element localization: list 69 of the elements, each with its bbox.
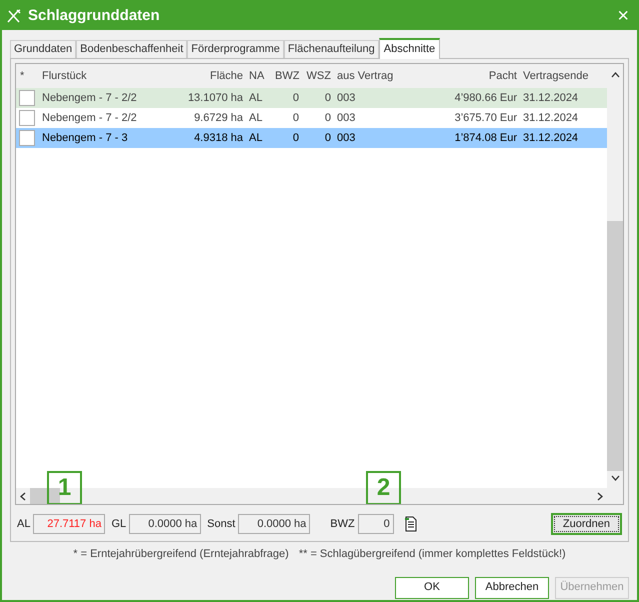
table-cell-text: 9.6729 ha: [193, 110, 243, 126]
table-row[interactable]: Nebengem - 7 - 2/2 13.1070 ha AL 0 0 003 4’980.66 Eur 31.12.2024: [16, 88, 607, 108]
scroll-left-icon[interactable]: [20, 492, 26, 500]
tools-icon: [6, 8, 22, 24]
table-cell-text: Nebengem - 7 - 2/2: [42, 90, 138, 106]
field-label: GL: [111, 516, 126, 532]
field-label: Sonst: [207, 516, 236, 532]
column-header: Pacht: [488, 68, 517, 84]
column-header: WSZ: [306, 68, 331, 84]
table-cell-text: 31.12.2024: [522, 130, 580, 146]
column-header: BWZ: [275, 68, 299, 84]
callout-label: 2: [366, 471, 401, 504]
table-cell-text: 4’980.66 Eur: [454, 90, 517, 106]
table-cell-text: 0: [292, 90, 299, 106]
table-cell-text: AL: [248, 130, 264, 146]
tab[interactable]: Bodenbeschaffenheit: [76, 40, 188, 58]
value-field: 0: [358, 514, 394, 534]
table-cell-text: 31.12.2024: [522, 110, 580, 126]
assign-button[interactable]: Zuordnen: [550, 513, 622, 535]
value-field: 0.0000 ha: [129, 514, 202, 534]
table-cell-text: 003: [336, 130, 356, 146]
table-cell-text: 0: [324, 110, 331, 126]
table-row[interactable]: Nebengem - 7 - 3 4.9318 ha AL 0 0 003 1’874.08 Eur 31.12.2024: [16, 128, 607, 148]
column-header: *: [19, 68, 26, 84]
table-cell-text: 13.1070 ha: [186, 90, 243, 106]
callout-label: 1: [47, 471, 82, 504]
table-cell-text: 0: [324, 130, 331, 146]
dialog-button[interactable]: OK: [395, 576, 469, 598]
vertical-scrollbar[interactable]: [607, 64, 623, 504]
column-header: Flurstück: [42, 68, 88, 84]
tab[interactable]: Förderprogramme: [187, 40, 284, 58]
table-cell-text: 4.9318 ha: [193, 130, 243, 146]
checkbox[interactable]: [19, 90, 35, 106]
table-cell-text: 003: [336, 90, 356, 106]
value-field: 27.7117 ha: [33, 514, 106, 534]
field-label: BWZ: [330, 516, 355, 532]
legend-text: ** = Schlagübergreifend (immer komplettes Feldstück!): [298, 547, 566, 562]
column-header: aus Vertrag: [336, 68, 394, 84]
column-header: NA: [248, 68, 266, 84]
checkbox[interactable]: [19, 130, 35, 146]
scroll-up-icon[interactable]: [610, 72, 620, 78]
table-cell-text: 0: [324, 90, 331, 106]
table-cell-text: 31.12.2024: [522, 90, 580, 106]
table-cell-text: 003: [336, 110, 356, 126]
scrollbar-thumb[interactable]: [607, 221, 623, 471]
table-cell-text: 0: [292, 130, 299, 146]
checkbox[interactable]: [19, 110, 35, 126]
table-cell-text: 3’675.70 Eur: [454, 110, 517, 126]
table-cell-text: Nebengem - 7 - 2/2: [42, 110, 138, 126]
tab[interactable]: Grunddaten: [10, 40, 76, 58]
tab[interactable]: Flächenaufteilung: [284, 40, 379, 58]
table-cell-text: AL: [248, 110, 264, 126]
scroll-down-icon[interactable]: [610, 475, 620, 481]
value-field: 0.0000 ha: [238, 514, 310, 534]
scroll-right-icon[interactable]: [597, 492, 603, 500]
table-cell-text: AL: [248, 90, 264, 106]
field-label: AL: [17, 516, 30, 532]
table-cell-text: 0: [292, 110, 299, 126]
column-header: Fläche: [208, 68, 243, 84]
table-cell-text: Nebengem - 7 - 3: [42, 130, 129, 146]
dialog-button[interactable]: Abbrechen: [475, 576, 549, 598]
scrollbar-thumb[interactable]: [30, 488, 60, 504]
table-cell-text: 1’874.08 Eur: [454, 130, 517, 146]
tab[interactable]: Abschnitte: [378, 38, 440, 59]
column-header: Vertragsende: [522, 68, 590, 84]
legend-text: * = Erntejahrübergreifend (Erntejahrabfrage): [73, 547, 289, 562]
document-icon[interactable]: [404, 516, 418, 532]
dialog-button: Übernehmen: [555, 576, 629, 598]
window-title: Schlaggrunddaten: [28, 6, 160, 26]
